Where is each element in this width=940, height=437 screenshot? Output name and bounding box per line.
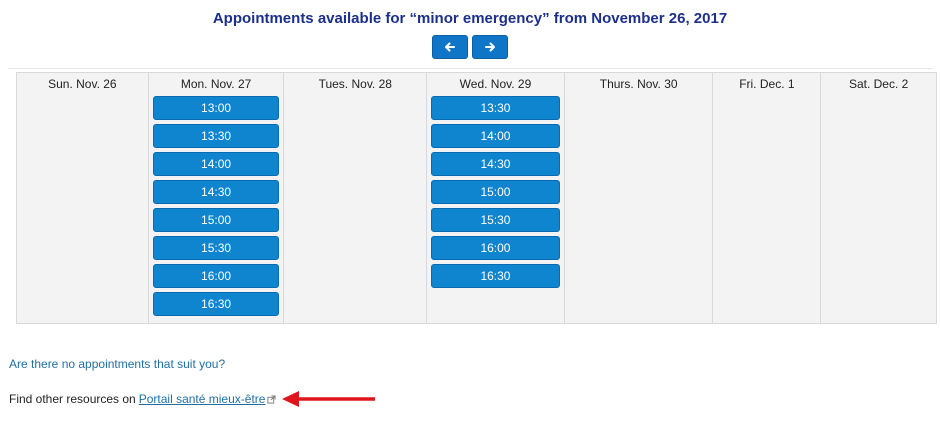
day-column: Sat. Dec. 2 <box>821 73 936 323</box>
time-slot-list: 13:30 14:00 14:30 15:00 15:30 16:00 16:30 <box>427 96 564 292</box>
day-header: Mon. Nov. 27 <box>180 77 252 91</box>
day-header: Thurs. Nov. 30 <box>599 77 678 91</box>
next-week-button[interactable] <box>472 35 508 59</box>
day-column: Wed. Nov. 29 13:30 14:00 14:30 15:00 15:30 16:… <box>427 73 565 323</box>
time-slot-button[interactable]: 16:30 <box>152 292 280 316</box>
day-column: Mon. Nov. 27 13:00 13:30 14:00 14:30 15:00 15:… <box>149 73 285 323</box>
page-title: Appointments available for “minor emerge… <box>212 10 728 27</box>
day-column: Tues. Nov. 28 <box>284 73 428 323</box>
day-header: Tues. Nov. 28 <box>318 77 392 91</box>
arrow-left-icon <box>445 42 455 52</box>
time-slot-button[interactable]: 13:00 <box>152 96 280 120</box>
time-slot-button[interactable]: 15:00 <box>431 180 560 204</box>
day-column: Thurs. Nov. 30 <box>565 73 714 323</box>
week-calendar: Sun. Nov. 26 Mon. Nov. 27 13:00 13:30 14:00 1… <box>16 72 937 324</box>
time-slot-button[interactable]: 15:30 <box>431 208 560 232</box>
day-header: Fri. Dec. 1 <box>739 77 795 91</box>
divider <box>8 68 932 69</box>
time-slot-button[interactable]: 15:30 <box>152 236 280 260</box>
day-column: Fri. Dec. 1 <box>713 73 822 323</box>
annotation-arrow-icon <box>282 391 375 407</box>
appointments-page: Appointments available for “minor emerge… <box>0 0 940 437</box>
no-suitable-appointments-link[interactable]: Are there no appointments that suit you? <box>9 357 225 371</box>
portal-link[interactable]: Portail santé mieux-être <box>139 392 266 406</box>
day-header: Sat. Dec. 2 <box>848 77 909 91</box>
arrow-right-icon <box>485 42 495 52</box>
other-resources: Find other resources on Portail santé mi… <box>9 392 277 406</box>
time-slot-button[interactable]: 13:30 <box>152 124 280 148</box>
time-slot-list: 13:00 13:30 14:00 14:30 15:00 15:30 16:00 16:30 <box>149 96 284 320</box>
previous-week-button[interactable] <box>432 35 468 59</box>
day-header: Wed. Nov. 29 <box>459 77 532 91</box>
time-slot-button[interactable]: 16:30 <box>431 264 560 288</box>
week-navigation <box>432 35 508 59</box>
time-slot-button[interactable]: 15:00 <box>152 208 280 232</box>
time-slot-button[interactable]: 14:00 <box>152 152 280 176</box>
time-slot-button[interactable]: 16:00 <box>152 264 280 288</box>
time-slot-button[interactable]: 14:00 <box>431 124 560 148</box>
time-slot-button[interactable]: 14:30 <box>431 152 560 176</box>
time-slot-button[interactable]: 14:30 <box>152 180 280 204</box>
time-slot-button[interactable]: 16:00 <box>431 236 560 260</box>
resources-prefix: Find other resources on <box>9 392 136 406</box>
external-link-icon <box>267 394 277 404</box>
day-header: Sun. Nov. 26 <box>48 77 117 91</box>
day-column: Sun. Nov. 26 <box>17 73 149 323</box>
time-slot-button[interactable]: 13:30 <box>431 96 560 120</box>
